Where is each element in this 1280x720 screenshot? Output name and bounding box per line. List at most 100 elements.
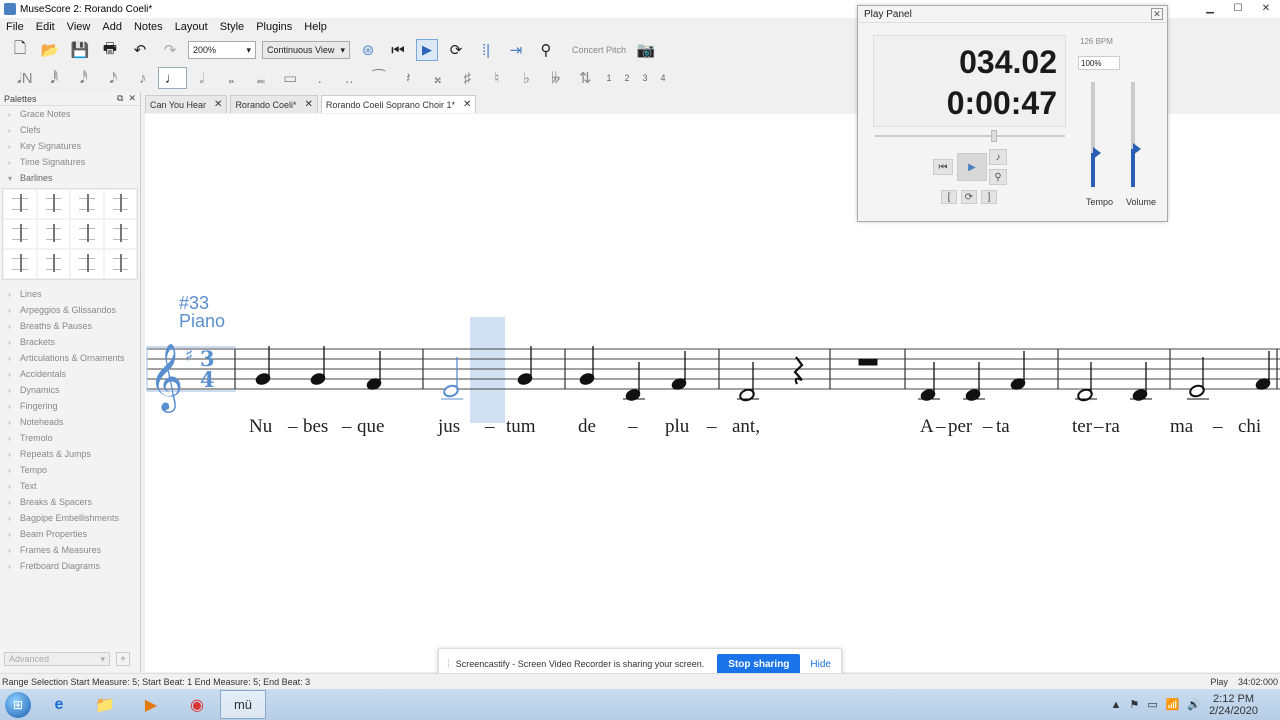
explorer-icon[interactable]: 📁 <box>82 690 128 719</box>
maximize-icon[interactable]: ☐ <box>1224 0 1252 16</box>
drag-handle-icon[interactable]: ⁞ <box>447 659 450 670</box>
palette-item-key-signatures[interactable]: › Key Signatures <box>0 138 140 154</box>
play-panel-titlebar[interactable]: Play Panel ✕ <box>858 6 1167 23</box>
barline-cell[interactable] <box>3 249 37 279</box>
menu-help[interactable]: Help <box>298 21 333 33</box>
menu-notes[interactable]: Notes <box>128 21 169 33</box>
palette-item-barlines[interactable]: ▾ Barlines <box>0 170 140 186</box>
open-icon[interactable]: 📂 <box>38 39 62 61</box>
display-icon[interactable]: ▭ <box>1147 698 1157 711</box>
close-tab-icon[interactable]: ✕ <box>214 99 222 110</box>
network-icon[interactable]: 📶 <box>1166 698 1180 711</box>
palette-item-bagpipe-embellishments[interactable]: › Bagpipe Embellishments <box>0 510 140 526</box>
barline-cell[interactable] <box>3 219 37 249</box>
barline-cell[interactable] <box>70 249 104 279</box>
view-mode-select[interactable]: Continuous View ▾ <box>262 41 350 59</box>
tempo-handle[interactable] <box>1093 147 1101 159</box>
clock[interactable]: 2:12 PM 2/24/2020 <box>1209 693 1266 717</box>
palette-item-lines[interactable]: › Lines <box>0 286 140 302</box>
barline-cell[interactable] <box>103 249 137 279</box>
new-score-icon[interactable]: 🗋 <box>8 39 32 61</box>
palette-item-accidentals[interactable]: › Accidentals <box>0 366 140 382</box>
palette-item-tempo[interactable]: › Tempo <box>0 462 140 478</box>
midi-input-icon[interactable]: ⊛ <box>356 39 380 61</box>
double-flat-icon[interactable]: 𝄫 <box>541 67 571 89</box>
loop-in-icon[interactable]: ⁞| <box>474 39 498 61</box>
barline-cell[interactable] <box>36 249 70 279</box>
sixteenth-note-icon[interactable]: 𝅘𝅥𝅯 <box>99 67 129 89</box>
zoom-select[interactable]: 200% ▾ <box>188 41 256 59</box>
palette-item-time-signatures[interactable]: › Time Signatures <box>0 154 140 170</box>
metronome-icon[interactable]: ♪ <box>989 149 1007 165</box>
float-icon[interactable]: ⧉ <box>117 93 123 103</box>
palette-item-repeats-jumps[interactable]: › Repeats & Jumps <box>0 446 140 462</box>
close-tab-icon[interactable]: ✕ <box>463 99 471 110</box>
rest-icon[interactable]: 𝄽 <box>394 67 424 89</box>
palette-item-fingering[interactable]: › Fingering <box>0 398 140 414</box>
palette-item-breaths-pauses[interactable]: › Breaths & Pauses <box>0 318 140 334</box>
barline-cell[interactable] <box>103 189 137 219</box>
workspace-select[interactable]: Advanced ▾ <box>4 652 110 666</box>
barline-cell[interactable] <box>70 189 104 219</box>
palette-item-noteheads[interactable]: › Noteheads <box>0 414 140 430</box>
palette-item-tremolo[interactable]: › Tremolo <box>0 430 140 446</box>
play-repeats-icon[interactable]: ⇥ <box>504 39 528 61</box>
menu-edit[interactable]: Edit <box>30 21 61 33</box>
barline-cell[interactable] <box>36 189 70 219</box>
position-slider[interactable] <box>875 130 1065 142</box>
palette-item-beam-properties[interactable]: › Beam Properties <box>0 526 140 542</box>
volume-handle[interactable] <box>1133 143 1141 155</box>
slider-handle[interactable] <box>991 130 997 142</box>
barline-cell[interactable] <box>103 219 137 249</box>
breve-icon[interactable]: 𝅜 <box>246 67 276 89</box>
double-dot-icon[interactable]: .. <box>335 67 365 89</box>
barline-cell[interactable] <box>70 219 104 249</box>
menu-add[interactable]: Add <box>96 21 128 33</box>
thirtysecond-note-icon[interactable]: 𝅘𝅥𝅰 <box>69 67 99 89</box>
quarter-note-icon[interactable]: ♩ <box>157 67 187 89</box>
note-input-mode-icon[interactable]: 𝅘𝅥N <box>10 67 40 89</box>
menu-layout[interactable]: Layout <box>169 21 214 33</box>
close-icon[interactable]: ✕ <box>1151 8 1163 20</box>
rewind-icon[interactable]: ⏮ <box>386 39 410 61</box>
palette-item-text[interactable]: › Text <box>0 478 140 494</box>
start-button[interactable]: ⊞ <box>0 689 36 720</box>
tie-icon[interactable]: ⁀ <box>364 67 394 89</box>
palette-item-arpeggios-glissandos[interactable]: › Arpeggios & Glissandos <box>0 302 140 318</box>
natural-icon[interactable]: ♮ <box>482 67 512 89</box>
stop-sharing-button[interactable]: Stop sharing <box>717 653 801 675</box>
menu-plugins[interactable]: Plugins <box>250 21 298 33</box>
palette-item-breaks-spacers[interactable]: › Breaks & Spacers <box>0 494 140 510</box>
menu-style[interactable]: Style <box>214 21 250 33</box>
close-icon[interactable]: ✕ <box>1252 0 1280 16</box>
close-icon[interactable]: ✕ <box>128 93 136 103</box>
close-tab-icon[interactable]: ✕ <box>304 99 312 110</box>
menu-file[interactable]: File <box>0 21 30 33</box>
tab-rorando-coeli-soprano[interactable]: Rorando Coeli Soprano Choir 1* ✕ <box>320 95 477 113</box>
print-icon[interactable]: 🖶 <box>98 39 122 61</box>
augmentation-dot-icon[interactable]: . <box>305 67 335 89</box>
volume-icon[interactable]: 🔊 <box>1187 698 1201 711</box>
loop-icon[interactable]: ⟳ <box>444 39 468 61</box>
voice-3-button[interactable]: 3 <box>636 73 654 83</box>
count-in-icon[interactable]: ⚲ <box>989 169 1007 185</box>
flag-icon[interactable]: ⚑ <box>1129 698 1139 711</box>
palette-item-articulations-ornaments[interactable]: › Articulations & Ornaments <box>0 350 140 366</box>
palette-item-fretboard-diagrams[interactable]: › Fretboard Diagrams <box>0 558 140 574</box>
voice-2-button[interactable]: 2 <box>618 73 636 83</box>
flat-icon[interactable]: ♭ <box>512 67 542 89</box>
media-player-icon[interactable]: ▶ <box>128 690 174 719</box>
volume-slider[interactable] <box>1131 82 1141 187</box>
sixtyfourth-note-icon[interactable]: 𝅘𝅥𝅱 <box>40 67 70 89</box>
musescore-task-icon[interactable]: mü <box>220 690 266 719</box>
loop-in-button[interactable]: [ <box>941 190 957 204</box>
image-capture-icon[interactable]: 📷 <box>634 39 658 61</box>
loop-toggle-icon[interactable]: ⟳ <box>961 190 977 204</box>
play-button[interactable]: ▶ <box>957 153 987 181</box>
save-icon[interactable]: 💾 <box>68 39 92 61</box>
flip-direction-icon[interactable]: ⇅ <box>571 67 601 89</box>
tempo-percent-field[interactable]: 100% <box>1078 56 1120 70</box>
palette-item-brackets[interactable]: › Brackets <box>0 334 140 350</box>
tempo-slider[interactable] <box>1091 82 1101 187</box>
metronome-icon[interactable]: ⚲ <box>534 39 558 61</box>
